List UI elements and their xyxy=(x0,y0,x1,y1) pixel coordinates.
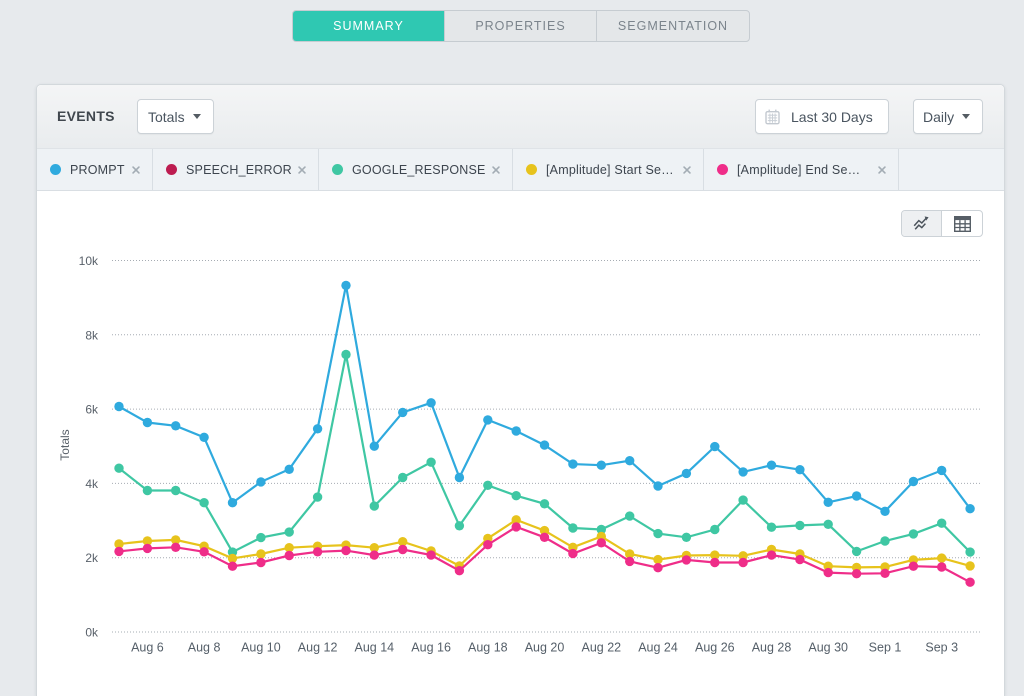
svg-text:2k: 2k xyxy=(85,551,99,565)
svg-text:10k: 10k xyxy=(79,254,99,268)
svg-text:Aug 14: Aug 14 xyxy=(354,641,394,655)
svg-text:Aug 8: Aug 8 xyxy=(188,641,221,655)
svg-text:Aug 6: Aug 6 xyxy=(131,641,164,655)
svg-text:Aug 16: Aug 16 xyxy=(411,641,451,655)
svg-text:Aug 24: Aug 24 xyxy=(638,641,678,655)
svg-text:4k: 4k xyxy=(85,477,99,491)
svg-text:Aug 10: Aug 10 xyxy=(241,641,281,655)
svg-text:Aug 28: Aug 28 xyxy=(752,641,792,655)
svg-text:Sep 3: Sep 3 xyxy=(925,641,958,655)
svg-text:Aug 30: Aug 30 xyxy=(808,641,848,655)
svg-text:8k: 8k xyxy=(85,328,99,342)
svg-text:Aug 22: Aug 22 xyxy=(581,641,621,655)
svg-text:6k: 6k xyxy=(85,403,99,417)
svg-text:Aug 26: Aug 26 xyxy=(695,641,735,655)
svg-text:Aug 12: Aug 12 xyxy=(298,641,338,655)
svg-text:Totals: Totals xyxy=(58,429,72,460)
svg-text:Sep 1: Sep 1 xyxy=(869,641,902,655)
svg-text:Aug 20: Aug 20 xyxy=(525,641,565,655)
svg-text:0k: 0k xyxy=(85,626,99,640)
svg-text:Aug 18: Aug 18 xyxy=(468,641,508,655)
